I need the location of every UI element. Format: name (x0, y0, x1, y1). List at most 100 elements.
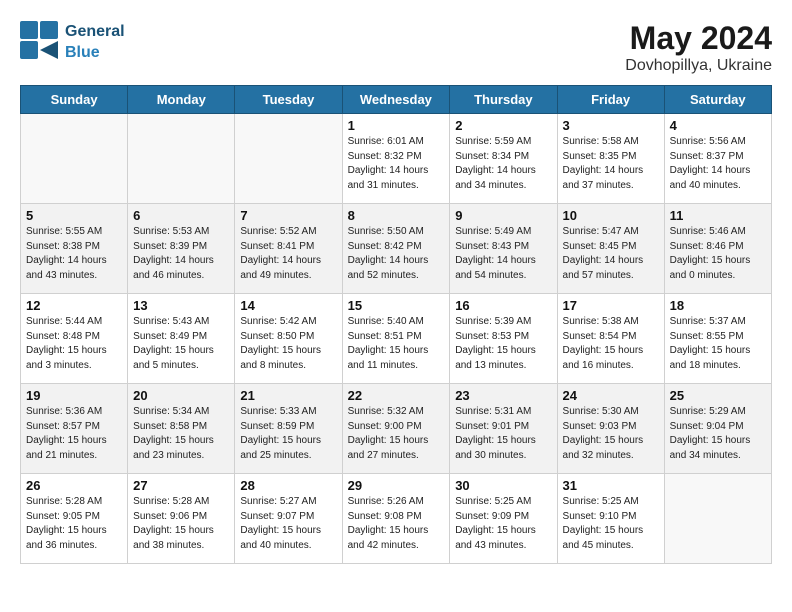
day-info: Sunrise: 5:33 AM Sunset: 8:59 PM Dayligh… (240, 405, 336, 463)
day-number: 19 (26, 388, 122, 403)
day-number: 17 (563, 298, 659, 313)
day-info: Sunrise: 5:38 AM Sunset: 8:54 PM Dayligh… (563, 315, 659, 373)
title-block: May 2024 Dovhopillya, Ukraine (625, 20, 772, 75)
day-number: 29 (348, 478, 445, 493)
calendar-cell (235, 114, 342, 204)
day-info: Sunrise: 5:42 AM Sunset: 8:50 PM Dayligh… (240, 315, 336, 373)
day-info: Sunrise: 5:27 AM Sunset: 9:07 PM Dayligh… (240, 495, 336, 553)
calendar-cell: 4Sunrise: 5:56 AM Sunset: 8:37 PM Daylig… (664, 114, 771, 204)
calendar-week-1: 1 Sunrise: 6:01 AM Sunset: 8:32 PM Daylig… (21, 114, 772, 204)
day-info: Sunrise: 5:46 AM Sunset: 8:46 PM Dayligh… (670, 225, 766, 283)
day-number: 31 (563, 478, 659, 493)
day-info: Sunrise: 5:25 AM Sunset: 9:09 PM Dayligh… (455, 495, 551, 553)
weekday-header-tuesday: Tuesday (235, 86, 342, 114)
day-number: 8 (348, 208, 445, 223)
calendar-cell: 3 Sunrise: 5:58 AM Sunset: 8:35 PM Daylig… (557, 114, 664, 204)
calendar-cell: 19 Sunrise: 5:36 AM Sunset: 8:57 PM Dayli… (21, 384, 128, 474)
day-number: 16 (455, 298, 551, 313)
weekday-header-row: SundayMondayTuesdayWednesdayThursdayFrid… (21, 86, 772, 114)
day-number: 1 (348, 118, 445, 133)
calendar-cell: 11Sunrise: 5:46 AM Sunset: 8:46 PM Dayli… (664, 204, 771, 294)
page-header: General Blue May 2024 Dovhopillya, Ukrai… (20, 20, 772, 75)
day-info: Sunrise: 5:55 AM Sunset: 8:38 PM Dayligh… (26, 225, 122, 283)
day-number: 25 (670, 388, 766, 403)
weekday-header-friday: Friday (557, 86, 664, 114)
calendar-cell: 25 Sunrise: 5:29 AM Sunset: 9:04 PM Dayli… (664, 384, 771, 474)
day-info: Sunrise: 5:58 AM Sunset: 8:35 PM Dayligh… (563, 135, 659, 193)
day-info: Sunrise: 5:28 AM Sunset: 9:06 PM Dayligh… (133, 495, 229, 553)
day-info: Sunrise: 5:59 AM Sunset: 8:34 PM Dayligh… (455, 135, 551, 193)
day-number: 23 (455, 388, 551, 403)
day-info: Sunrise: 5:32 AM Sunset: 9:00 PM Dayligh… (348, 405, 445, 463)
calendar-cell: 18 Sunrise: 5:37 AM Sunset: 8:55 PM Dayli… (664, 294, 771, 384)
day-info: Sunrise: 5:47 AM Sunset: 8:45 PM Dayligh… (563, 225, 659, 283)
calendar-cell (128, 114, 235, 204)
calendar-cell: 22 Sunrise: 5:32 AM Sunset: 9:00 PM Dayli… (342, 384, 450, 474)
calendar-week-4: 19 Sunrise: 5:36 AM Sunset: 8:57 PM Dayli… (21, 384, 772, 474)
day-info: Sunrise: 5:28 AM Sunset: 9:05 PM Dayligh… (26, 495, 122, 553)
day-info: Sunrise: 5:25 AM Sunset: 9:10 PM Dayligh… (563, 495, 659, 553)
calendar-cell: 14Sunrise: 5:42 AM Sunset: 8:50 PM Dayli… (235, 294, 342, 384)
logo-blue: Blue (65, 44, 100, 61)
day-number: 28 (240, 478, 336, 493)
day-info: Sunrise: 5:50 AM Sunset: 8:42 PM Dayligh… (348, 225, 445, 283)
day-number: 27 (133, 478, 229, 493)
weekday-header-wednesday: Wednesday (342, 86, 450, 114)
calendar-cell (664, 474, 771, 564)
calendar-cell: 21 Sunrise: 5:33 AM Sunset: 8:59 PM Dayli… (235, 384, 342, 474)
calendar-cell: 2Sunrise: 5:59 AM Sunset: 8:34 PM Daylig… (450, 114, 557, 204)
day-number: 10 (563, 208, 659, 223)
day-number: 20 (133, 388, 229, 403)
calendar-cell: 8 Sunrise: 5:50 AM Sunset: 8:42 PM Daylig… (342, 204, 450, 294)
day-number: 13 (133, 298, 229, 313)
day-number: 5 (26, 208, 122, 223)
day-info: Sunrise: 5:39 AM Sunset: 8:53 PM Dayligh… (455, 315, 551, 373)
day-info: Sunrise: 5:37 AM Sunset: 8:55 PM Dayligh… (670, 315, 766, 373)
day-number: 21 (240, 388, 336, 403)
calendar-cell: 29 Sunrise: 5:26 AM Sunset: 9:08 PM Dayli… (342, 474, 450, 564)
calendar-week-3: 12 Sunrise: 5:44 AM Sunset: 8:48 PM Dayli… (21, 294, 772, 384)
calendar-cell: 27 Sunrise: 5:28 AM Sunset: 9:06 PM Dayli… (128, 474, 235, 564)
calendar-table: SundayMondayTuesdayWednesdayThursdayFrid… (20, 85, 772, 564)
calendar-cell: 10 Sunrise: 5:47 AM Sunset: 8:45 PM Dayli… (557, 204, 664, 294)
day-info: Sunrise: 5:34 AM Sunset: 8:58 PM Dayligh… (133, 405, 229, 463)
weekday-header-monday: Monday (128, 86, 235, 114)
calendar-cell: 12 Sunrise: 5:44 AM Sunset: 8:48 PM Dayli… (21, 294, 128, 384)
calendar-cell: 20 Sunrise: 5:34 AM Sunset: 8:58 PM Dayli… (128, 384, 235, 474)
calendar-week-5: 26 Sunrise: 5:28 AM Sunset: 9:05 PM Dayli… (21, 474, 772, 564)
logo-general: General (65, 23, 125, 40)
day-info: Sunrise: 5:30 AM Sunset: 9:03 PM Dayligh… (563, 405, 659, 463)
day-info: Sunrise: 5:49 AM Sunset: 8:43 PM Dayligh… (455, 225, 551, 283)
day-number: 7 (240, 208, 336, 223)
day-number: 18 (670, 298, 766, 313)
month-year-title: May 2024 (625, 20, 772, 57)
day-info: Sunrise: 6:01 AM Sunset: 8:32 PM Dayligh… (348, 135, 445, 193)
calendar-cell: 1 Sunrise: 6:01 AM Sunset: 8:32 PM Daylig… (342, 114, 450, 204)
calendar-cell: 23Sunrise: 5:31 AM Sunset: 9:01 PM Dayli… (450, 384, 557, 474)
day-number: 15 (348, 298, 445, 313)
calendar-cell: 31 Sunrise: 5:25 AM Sunset: 9:10 PM Dayli… (557, 474, 664, 564)
day-number: 22 (348, 388, 445, 403)
calendar-cell: 28 Sunrise: 5:27 AM Sunset: 9:07 PM Dayli… (235, 474, 342, 564)
day-number: 4 (670, 118, 766, 133)
day-number: 12 (26, 298, 122, 313)
calendar-cell: 16 Sunrise: 5:39 AM Sunset: 8:53 PM Dayli… (450, 294, 557, 384)
calendar-week-2: 5 Sunrise: 5:55 AM Sunset: 8:38 PM Daylig… (21, 204, 772, 294)
logo: General Blue (20, 20, 125, 62)
day-info: Sunrise: 5:29 AM Sunset: 9:04 PM Dayligh… (670, 405, 766, 463)
calendar-cell: 7Sunrise: 5:52 AM Sunset: 8:41 PM Daylig… (235, 204, 342, 294)
day-number: 9 (455, 208, 551, 223)
day-info: Sunrise: 5:53 AM Sunset: 8:39 PM Dayligh… (133, 225, 229, 283)
calendar-cell: 6 Sunrise: 5:53 AM Sunset: 8:39 PM Daylig… (128, 204, 235, 294)
day-number: 3 (563, 118, 659, 133)
calendar-cell: 5 Sunrise: 5:55 AM Sunset: 8:38 PM Daylig… (21, 204, 128, 294)
calendar-cell: 24Sunrise: 5:30 AM Sunset: 9:03 PM Dayli… (557, 384, 664, 474)
calendar-cell: 13 Sunrise: 5:43 AM Sunset: 8:49 PM Dayli… (128, 294, 235, 384)
weekday-header-thursday: Thursday (450, 86, 557, 114)
day-info: Sunrise: 5:26 AM Sunset: 9:08 PM Dayligh… (348, 495, 445, 553)
day-info: Sunrise: 5:43 AM Sunset: 8:49 PM Dayligh… (133, 315, 229, 373)
day-number: 6 (133, 208, 229, 223)
day-info: Sunrise: 5:36 AM Sunset: 8:57 PM Dayligh… (26, 405, 122, 463)
day-number: 26 (26, 478, 122, 493)
day-info: Sunrise: 5:44 AM Sunset: 8:48 PM Dayligh… (26, 315, 122, 373)
